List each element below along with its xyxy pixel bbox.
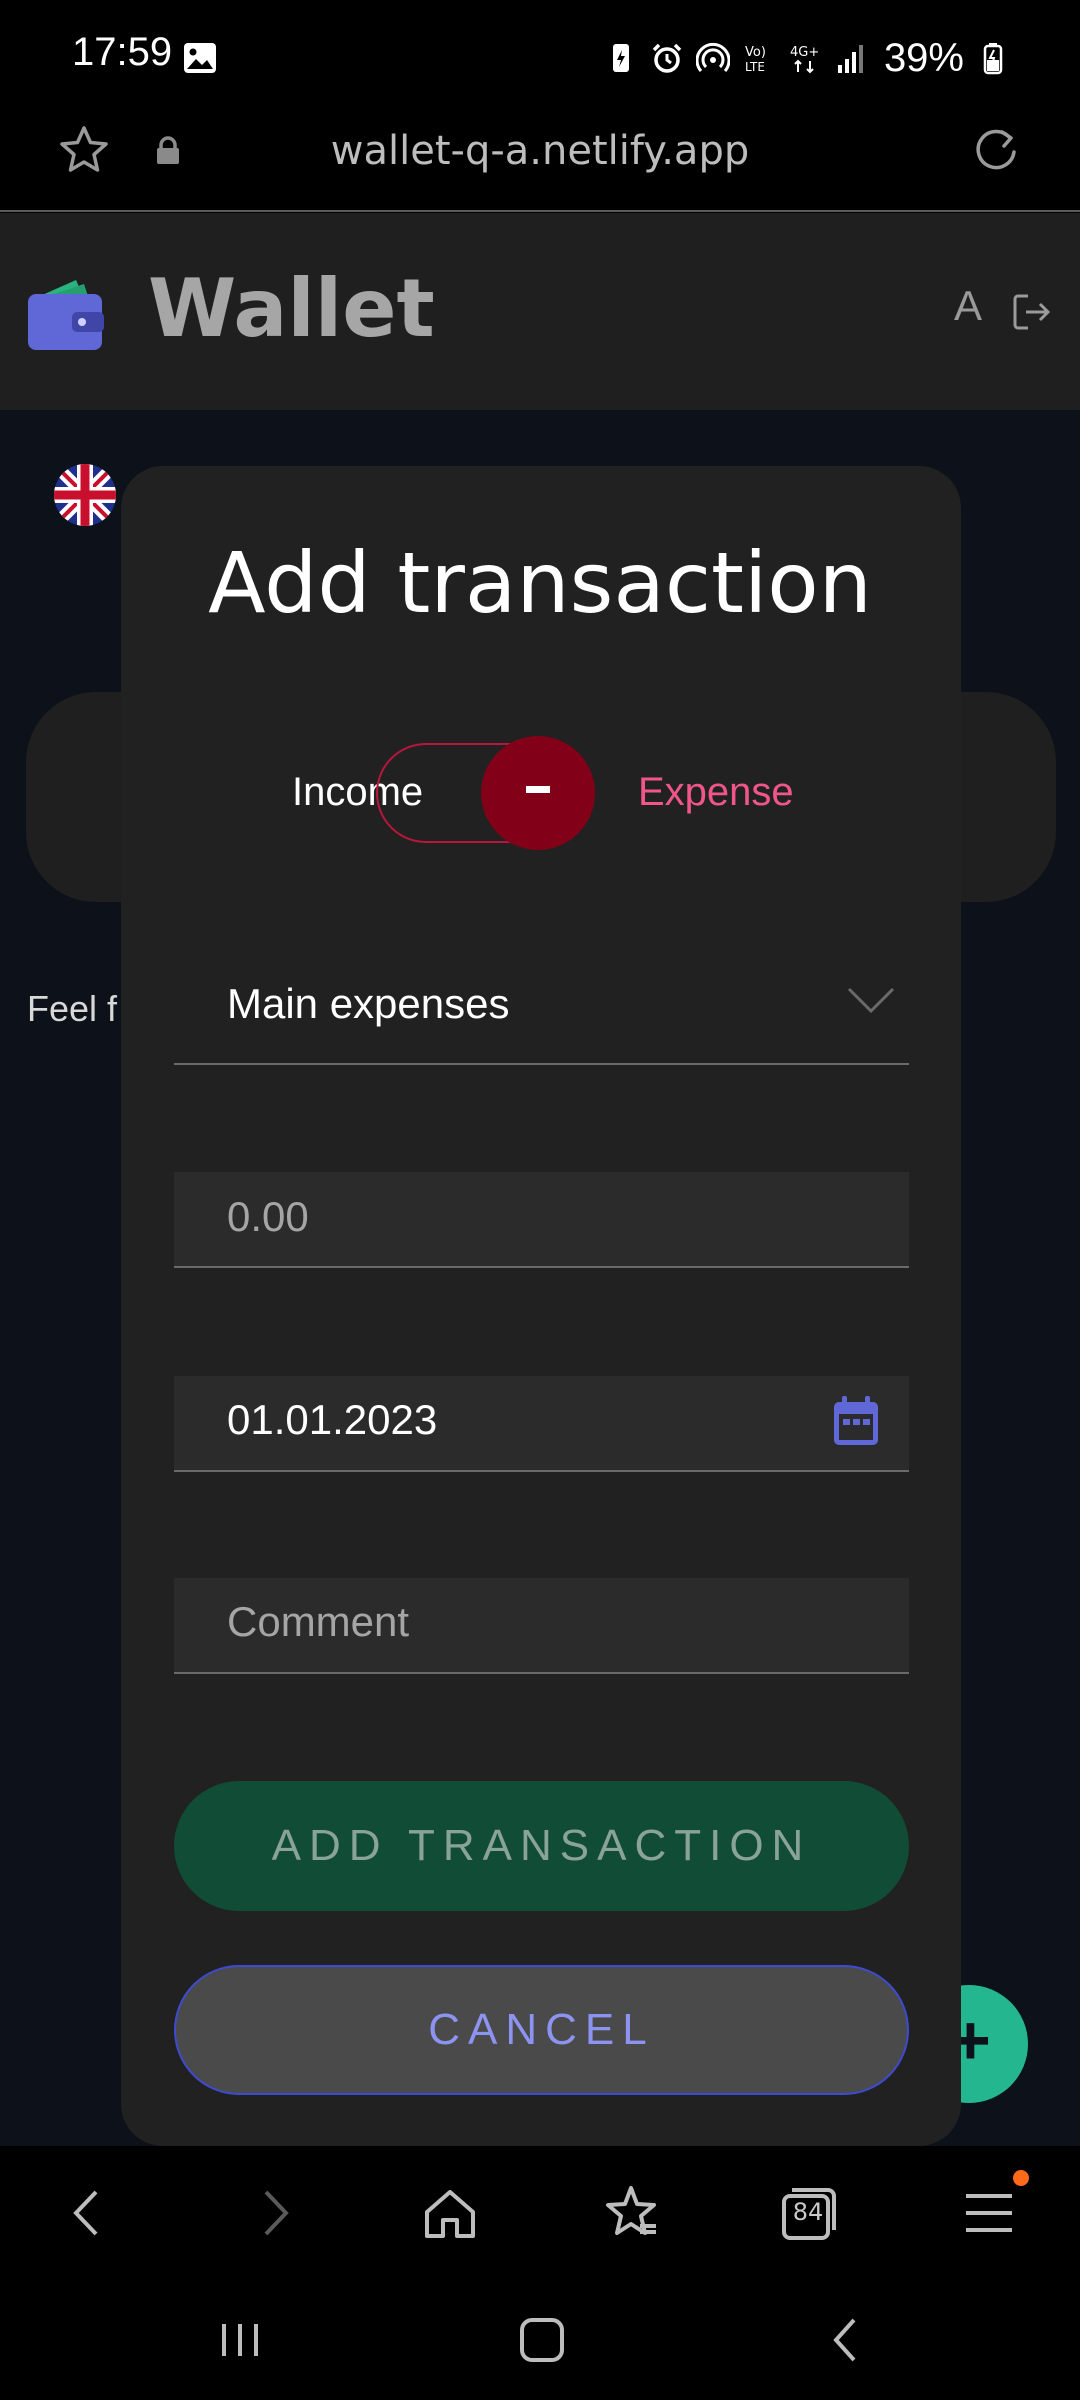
comment-placeholder: Comment <box>227 1598 410 1645</box>
system-home-icon[interactable] <box>512 2310 572 2370</box>
bookmarks-icon[interactable] <box>600 2182 662 2244</box>
forward-icon[interactable] <box>242 2182 304 2244</box>
battery-percent: 39% <box>883 35 964 80</box>
cancel-button[interactable]: CANCEL <box>174 1965 909 2095</box>
uk-flag-icon[interactable] <box>54 464 116 526</box>
minus-icon <box>526 786 550 793</box>
calendar-icon[interactable] <box>831 1394 881 1448</box>
toggle-expense-label[interactable]: Expense <box>638 770 794 815</box>
url-text[interactable]: wallet-q-a.netlify.app <box>0 128 1080 174</box>
hotspot-icon <box>695 42 730 72</box>
background-text: Feel f <box>27 988 118 1029</box>
reload-icon[interactable] <box>970 124 1022 176</box>
app-title: Wallet <box>148 262 435 355</box>
category-select-value: Main expenses <box>227 980 510 1027</box>
alarm-icon <box>652 43 682 73</box>
browser-bottom-nav <box>0 2146 1080 2280</box>
wallet-logo-icon <box>28 280 104 350</box>
toggle-knob[interactable] <box>481 736 595 850</box>
modal-title: Add transaction <box>208 534 872 632</box>
home-icon[interactable] <box>419 2182 481 2244</box>
logout-icon[interactable] <box>1010 290 1054 334</box>
status-time: 17:59 <box>72 30 173 74</box>
image-icon <box>184 43 216 73</box>
battery-saver-icon <box>612 44 629 72</box>
back-icon[interactable] <box>58 2182 120 2244</box>
battery-icon <box>983 43 1003 75</box>
recent-apps-icon[interactable] <box>210 2310 270 2370</box>
4g-icon: 4G+ <box>790 45 819 74</box>
status-icons: Vo) LTE 4G+ 39% <box>604 30 1010 86</box>
signal-icon <box>837 45 863 73</box>
svg-text:LTE: LTE <box>745 60 765 74</box>
chevron-down-icon[interactable] <box>846 985 896 1015</box>
svg-text:Vo): Vo) <box>745 45 766 60</box>
svg-text:4G+: 4G+ <box>790 45 819 60</box>
system-back-icon[interactable] <box>816 2310 876 2370</box>
date-value: 01.01.2023 <box>227 1396 438 1443</box>
menu-icon[interactable] <box>958 2182 1020 2244</box>
amount-placeholder: 0.00 <box>227 1193 309 1240</box>
tabs-count: 84 <box>792 2198 824 2226</box>
notification-dot <box>1013 2170 1029 2186</box>
volte-icon: Vo)LTE <box>745 45 766 74</box>
user-initial: A <box>954 282 983 329</box>
add-transaction-button[interactable]: ADD TRANSACTION <box>174 1781 909 1911</box>
